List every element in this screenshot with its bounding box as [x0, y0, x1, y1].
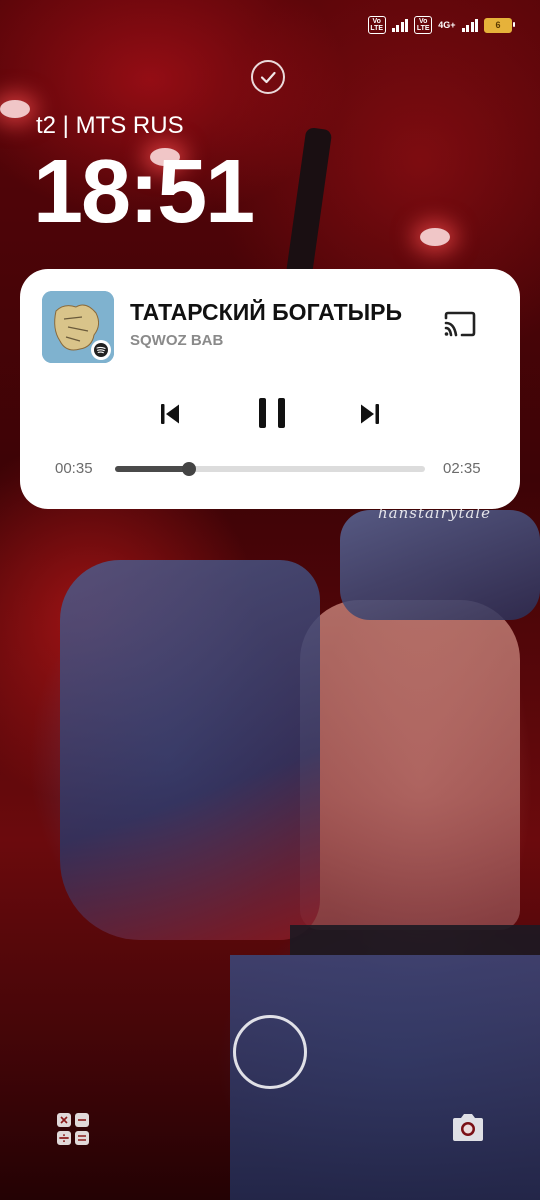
media-player-card[interactable]: ТАТАРСКИЙ БОГАТЫРЬ SQWOZ BAB 00:35 02:35: [20, 269, 520, 509]
lock-clock: 18:51: [33, 142, 255, 242]
album-art: [42, 291, 114, 363]
elapsed-time: 00:35: [55, 460, 93, 477]
track-title: ТАТАРСКИЙ БОГАТЫРЬ: [130, 299, 403, 325]
wallpaper-jacket: [60, 560, 320, 940]
volte-icon: Vo LTE: [414, 16, 433, 34]
network-type: 4G+: [438, 19, 456, 30]
lock-screen: Vo LTE Vo LTE 4G+ 6 t2 | MTS RUS 18:51 ТАТ…: [0, 0, 540, 1200]
wallpaper-belt: [290, 925, 540, 955]
spotify-icon: [91, 340, 111, 360]
wallpaper-stage-light: [0, 100, 30, 118]
mobile-data-indicator: 4G+: [438, 19, 456, 30]
seek-bar[interactable]: [115, 462, 425, 476]
checkmark-icon: [251, 60, 285, 94]
previous-button[interactable]: [152, 396, 188, 432]
previous-icon: [161, 404, 179, 424]
battery-icon: 6: [484, 17, 515, 33]
pause-button[interactable]: [250, 391, 294, 435]
pause-icon: [259, 398, 285, 428]
seek-bar-fill: [115, 466, 190, 472]
volte-icon: Vo LTE: [367, 16, 386, 34]
calculator-icon[interactable]: [56, 1112, 90, 1146]
seek-bar-thumb[interactable]: [182, 462, 197, 476]
signal-icon: [391, 18, 409, 32]
wallpaper-microphone: [285, 126, 333, 280]
fingerprint-sensor[interactable]: [233, 1015, 307, 1089]
cast-icon[interactable]: [440, 307, 480, 341]
next-button[interactable]: [352, 396, 388, 432]
wallpaper-stage-light: [420, 228, 450, 246]
status-bar: Vo LTE Vo LTE 4G+ 6: [367, 16, 515, 34]
battery-level: 6: [495, 20, 501, 30]
camera-icon[interactable]: [450, 1112, 486, 1144]
track-artist: SQWOZ BAB: [130, 332, 224, 349]
total-time: 02:35: [443, 460, 481, 477]
signal-icon: [461, 18, 478, 32]
next-icon: [361, 404, 379, 424]
carrier-label: t2 | MTS RUS: [36, 112, 184, 139]
wallpaper-jacket-collar: [340, 510, 540, 620]
wallpaper-torso: [300, 600, 520, 930]
wallpaper-watermark: hanstairytale: [378, 504, 492, 522]
